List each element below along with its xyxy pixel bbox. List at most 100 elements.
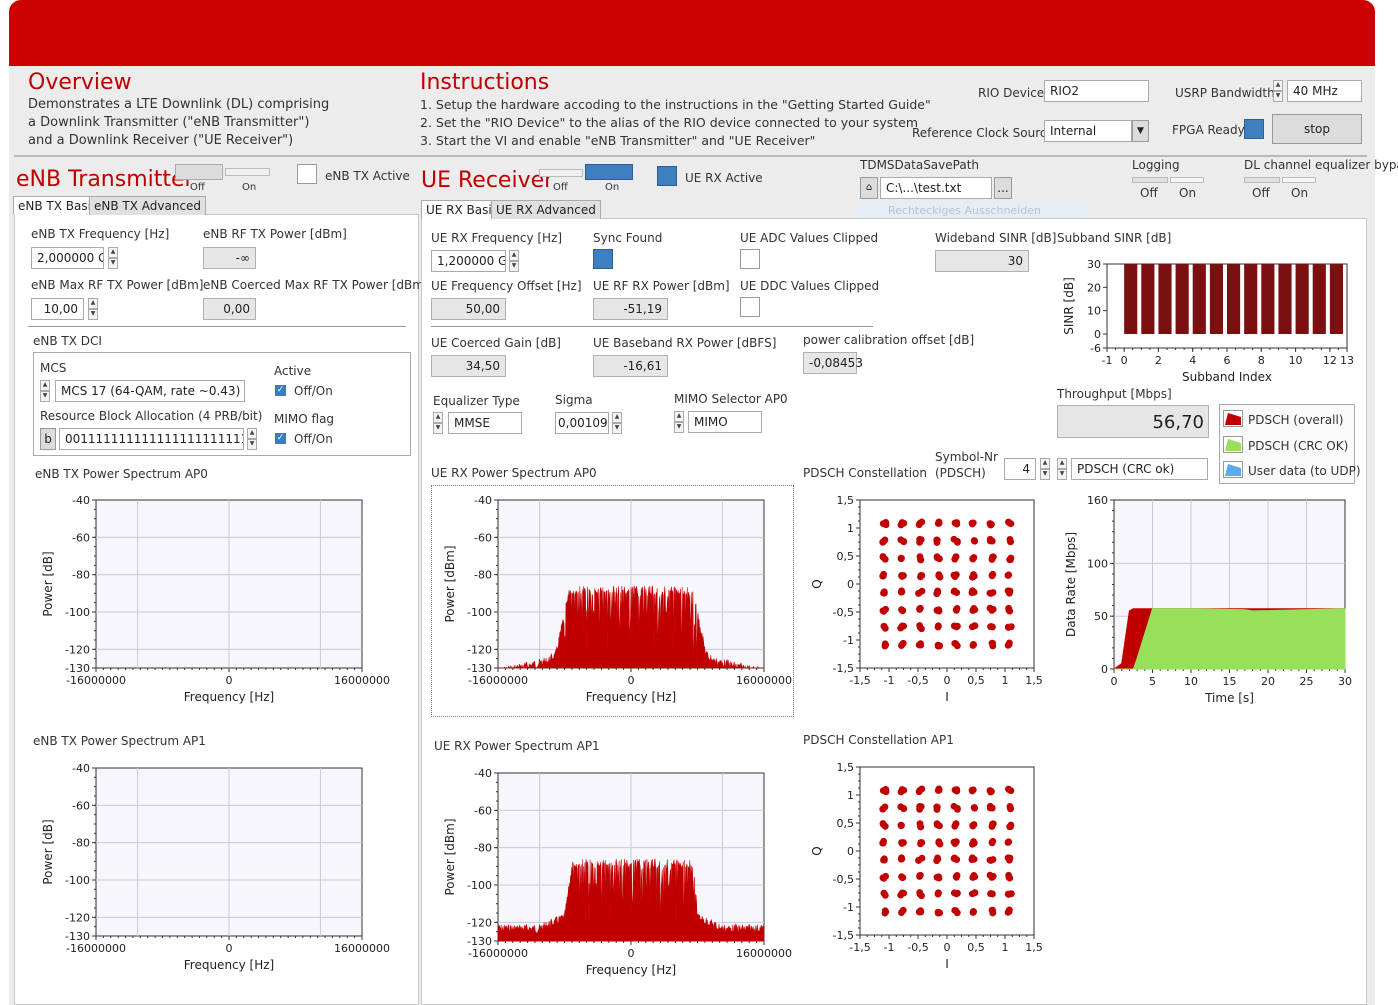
constellation-point (1005, 786, 1013, 794)
x-tick-label: 2 (1155, 354, 1162, 367)
const0-title: PDSCH Constellation (803, 466, 927, 480)
logging-toggle-on[interactable] (1170, 177, 1204, 183)
constellation-point (936, 909, 944, 917)
tdms-path-field[interactable]: C:\...\test.txt (880, 177, 992, 199)
ue-freq-field[interactable]: 1,200000 G (431, 250, 506, 272)
ue-toggle-on-part[interactable] (585, 164, 633, 180)
constellation-point (881, 909, 889, 917)
header-banner (9, 0, 1375, 68)
usrp-bandwidth-field[interactable]: 40 MHz (1287, 80, 1362, 102)
constellation-point (1007, 890, 1015, 898)
x-tick-label: 0 (628, 674, 635, 687)
enb-spec0-chart: -16000000 0 16000000 -40 -60 -80 -100 -120 -130 F… (41, 494, 390, 704)
constellation-point (898, 855, 906, 863)
x-tick-label: 12 (1323, 354, 1337, 367)
constellation-point (950, 571, 958, 579)
sinr-bar (1175, 264, 1189, 334)
constellation-point (899, 607, 907, 614)
y-axis-label: Q (810, 579, 824, 588)
sigma-spinner[interactable]: ▲ ▼ (612, 412, 622, 434)
mimo-selector-spinner[interactable]: ▲ ▼ (674, 411, 684, 433)
fpga-ready-label: FPGA Ready (1172, 123, 1245, 137)
eq-bypass-toggle-off[interactable] (1244, 177, 1280, 183)
equalizer-type-spinner[interactable]: ▲ ▼ (433, 412, 443, 434)
usrp-bandwidth-label: USRP Bandwidth (1175, 86, 1275, 100)
active-checkbox[interactable]: ✓ (275, 385, 286, 396)
mcs-label: MCS (40, 361, 67, 375)
x-tick-label: -16000000 (66, 674, 126, 687)
y-tick-label: 100 (1087, 557, 1108, 570)
chevron-down-icon[interactable]: ▼ (1132, 120, 1149, 142)
y-tick-label: -0,5 (833, 606, 854, 619)
x-axis-label: Frequency [Hz] (184, 690, 275, 704)
logging-toggle-off[interactable] (1132, 177, 1168, 183)
constellation-point (1005, 838, 1013, 846)
enb-freq-spinner[interactable]: ▲ ▼ (108, 247, 118, 269)
enb-max-rf-spinner[interactable]: ▲ ▼ (88, 298, 98, 320)
x-tick-label: 6 (1224, 354, 1231, 367)
power-cal-value: -0,08453 (803, 352, 863, 374)
symbol-nr-spinner[interactable]: ▲ ▼ (1040, 458, 1050, 480)
constellation-point (952, 553, 960, 561)
y-tick-label: 50 (1094, 610, 1108, 623)
constellation-point (989, 553, 997, 561)
ue-offset-value: 50,00 (431, 298, 506, 320)
constellation-point (969, 555, 977, 562)
y-tick-label: -120 (467, 643, 492, 656)
mcs-spinner[interactable]: ▲ ▼ (40, 380, 50, 402)
ue-divider (431, 326, 873, 327)
mimo-flag-checkbox-label: Off/On (294, 432, 333, 446)
mimo-flag-checkbox[interactable]: ✓ (275, 433, 286, 444)
mimo-selector-select[interactable]: MIMO (688, 411, 762, 433)
constellation-point (970, 604, 978, 612)
const0-chart: -1,5 -1 -0,5 0 0,5 1 1,5 1,5 1 0,5 0 -0,5 -1 -1,5 I Q (810, 494, 1043, 704)
constellation-point (987, 623, 994, 631)
sigma-field[interactable]: 0,001098 (555, 412, 609, 434)
y-tick-label: 10 (1087, 305, 1101, 318)
constellation-point (1007, 538, 1015, 545)
x-tick-label: 0 (944, 674, 951, 687)
rba-radix-button[interactable]: b (40, 428, 56, 450)
x-tick-label: 0 (226, 674, 233, 687)
usrp-bandwidth-spinner[interactable]: ▲ ▼ (1273, 80, 1283, 102)
enb-toggle-track[interactable] (225, 168, 270, 176)
tab-enb-tx-advanced[interactable]: eNB TX Advanced (89, 196, 207, 215)
enb-rf-power-value: -∞ (203, 247, 256, 269)
folder-icon[interactable]: ⌂ (860, 177, 878, 199)
pdsch-select[interactable]: PDSCH (CRC ok) (1071, 458, 1208, 480)
enb-freq-field[interactable]: 2,000000 G (31, 247, 104, 269)
enb-toggle-off-part[interactable] (175, 164, 223, 180)
sinr-bar (1329, 264, 1343, 334)
y-tick-label: -100 (467, 606, 492, 619)
equalizer-type-select[interactable]: MMSE (448, 412, 522, 434)
mcs-select[interactable]: MCS 17 (64-QAM, rate ~0.43) (55, 380, 245, 402)
constellation-point (900, 889, 908, 897)
wideband-sinr-label: Wideband SINR [dB] (935, 231, 1057, 245)
legend-swatch-crc-ok (1223, 436, 1243, 453)
y-tick-label: -1,5 (833, 929, 854, 942)
rio-device-field[interactable]: RIO2 (1044, 80, 1149, 102)
rba-spinner[interactable]: ▲ ▼ (247, 428, 257, 450)
ue-spec0-chart: -16000000 0 16000000 -40 -60 -80 -100 -120 -130 F… (443, 494, 792, 704)
constellation-point (916, 889, 924, 896)
tab-ue-rx-advanced[interactable]: UE RX Advanced (491, 200, 601, 219)
constellation-point (918, 785, 926, 793)
constellation-point (988, 838, 996, 846)
ue-toggle-off-label: Off (553, 182, 568, 193)
symbol-nr-field[interactable]: 4 (1004, 458, 1036, 480)
ue-toggle-track[interactable] (539, 169, 583, 177)
pdsch-select-spinner[interactable]: ▲ ▼ (1057, 458, 1067, 480)
enb-max-rf-field[interactable]: 10,00 (31, 298, 84, 320)
eq-bypass-toggle-on[interactable] (1282, 177, 1316, 183)
constellation-point (917, 823, 925, 831)
y-tick-label: -1,5 (833, 662, 854, 675)
ue-freq-spinner[interactable]: ▲ ▼ (509, 250, 519, 272)
y-tick-label: -80 (474, 842, 492, 855)
reference-clock-select[interactable]: Internal (1044, 120, 1132, 142)
rba-field[interactable]: 00111111111111111111111111 (59, 428, 244, 450)
stop-button[interactable]: stop (1272, 114, 1362, 144)
constellation-point (950, 838, 958, 846)
constellation-point (953, 787, 961, 795)
constellation-point (986, 520, 994, 527)
tdms-browse-button[interactable]: ... (994, 177, 1012, 199)
